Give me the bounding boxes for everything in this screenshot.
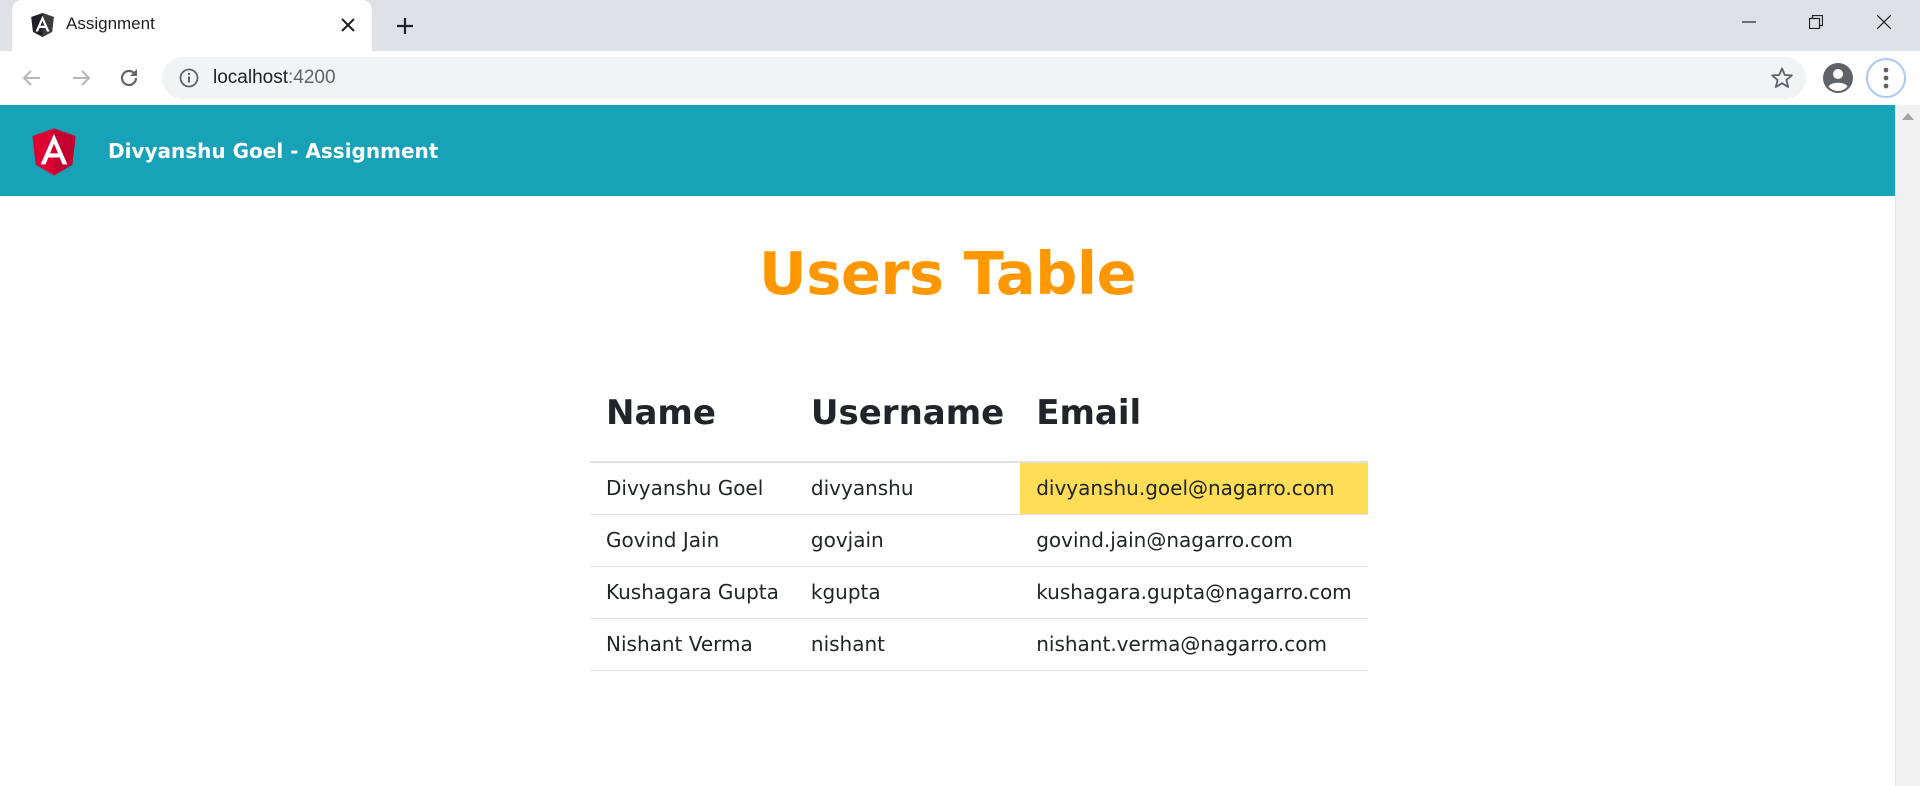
cell-email: nishant.verma@nagarro.com [1020, 618, 1368, 671]
url-text: localhost:4200 [213, 67, 336, 89]
angular-favicon-icon [31, 13, 54, 37]
close-icon [1877, 15, 1891, 29]
plus-icon [397, 18, 413, 34]
angular-logo-icon[interactable] [30, 127, 78, 177]
cell-email-highlighted: divyanshu.goel@nagarro.com [1020, 462, 1368, 515]
navbar-brand-title[interactable]: Divyanshu Goel - Assignment [108, 139, 438, 163]
reload-icon [120, 69, 138, 87]
page-viewport: Divyanshu Goel - Assignment Users Table … [0, 105, 1920, 786]
address-bar[interactable]: localhost:4200 [162, 57, 1806, 99]
table-row: Govind Jain govjain govind.jain@nagarro.… [590, 514, 1368, 567]
window-restore-button[interactable] [1782, 0, 1850, 44]
scroll-up-arrow-icon[interactable] [1902, 113, 1914, 120]
browser-menu-button[interactable] [1866, 58, 1906, 98]
cell-name: Divyanshu Goel [590, 462, 795, 515]
cell-username: kgupta [794, 566, 1021, 619]
column-header-username: Username [794, 365, 1021, 463]
site-info-icon[interactable] [178, 67, 200, 89]
cell-name: Govind Jain [590, 514, 795, 567]
cell-name: Nishant Verma [590, 618, 795, 671]
cell-username: divyanshu [794, 462, 1021, 515]
tab-close-icon[interactable] [335, 12, 361, 38]
more-vert-icon [1883, 67, 1889, 89]
users-table: Name Username Email Divyanshu Goel divya… [590, 365, 1368, 671]
reload-button[interactable] [111, 60, 147, 96]
column-header-email: Email [1020, 365, 1368, 463]
new-tab-button[interactable] [390, 11, 420, 41]
column-header-name: Name [590, 365, 795, 463]
profile-button[interactable] [1820, 60, 1856, 96]
forward-button[interactable] [63, 60, 99, 96]
table-header-row: Name Username Email [590, 365, 1368, 463]
minimize-icon [1742, 21, 1756, 23]
url-host: localhost [213, 67, 288, 88]
page-scrollbar[interactable] [1895, 105, 1920, 786]
arrow-left-icon [22, 70, 40, 86]
table-row: Nishant Verma nishant nishant.verma@naga… [590, 618, 1368, 671]
tab-title: Assignment [66, 14, 155, 33]
cell-name: Kushagara Gupta [590, 566, 795, 619]
table-row: Divyanshu Goel divyanshu divyanshu.goel@… [590, 462, 1368, 515]
page-title: Users Table [758, 239, 1137, 308]
account-circle-icon [1823, 63, 1853, 93]
url-port: :4200 [288, 67, 336, 88]
window-close-button[interactable] [1850, 0, 1918, 44]
cell-username: govjain [794, 514, 1021, 567]
bookmark-star-icon[interactable] [1770, 66, 1794, 90]
browser-tab-assignment[interactable]: Assignment [12, 0, 372, 51]
browser-toolbar: localhost:4200 [0, 51, 1920, 105]
table-row: Kushagara Gupta kgupta kushagara.gupta@n… [590, 566, 1368, 619]
cell-email: kushagara.gupta@nagarro.com [1020, 566, 1368, 619]
window-minimize-button[interactable] [1715, 0, 1783, 44]
back-button[interactable] [14, 60, 50, 96]
app-navbar: Divyanshu Goel - Assignment [0, 105, 1895, 196]
restore-icon [1809, 15, 1823, 29]
arrow-right-icon [73, 70, 91, 86]
cell-username: nishant [794, 618, 1021, 671]
cell-email: govind.jain@nagarro.com [1020, 514, 1368, 567]
tab-strip: Assignment [0, 0, 1920, 51]
